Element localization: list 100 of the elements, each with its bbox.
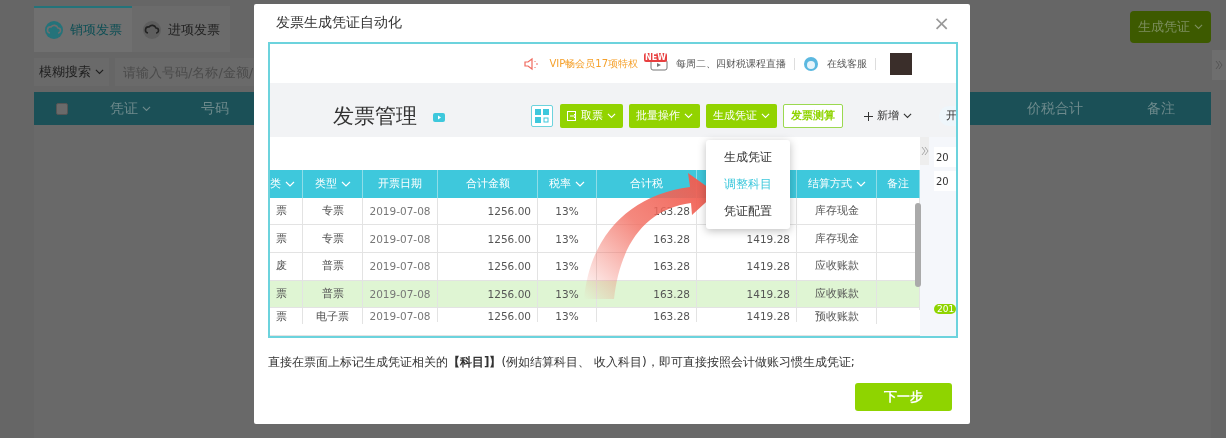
chevron-down-icon [575,180,585,187]
table-cell: 电子票 [316,310,349,325]
table-cell: 163.28 [653,310,690,323]
table-cell: 1256.00 [487,232,531,245]
column-header: 开票日期 [378,176,422,192]
toolbar-button[interactable]: 生成凭证 [706,104,777,128]
table-cell: 1256.00 [487,260,531,273]
column-header: 价税合计 [1026,99,1084,118]
double-chevron-icon [920,146,929,156]
table-cell: 1419.28 [746,288,790,300]
photo-placeholder [890,52,912,75]
chevron-down-icon [607,113,616,119]
column-header: 类型 [314,176,337,192]
chevron-down-icon [684,113,693,119]
expand-panel-button[interactable] [920,137,929,165]
toolbar-button[interactable]: 取票 [560,104,623,128]
table-cell: 13% [555,204,579,217]
support-avatar-icon [803,55,819,72]
table-cell: 票 [276,287,287,301]
table-cell: 库存现金 [814,231,859,246]
table-cell: 1419.28 [746,310,790,323]
chevron-down-icon [1194,24,1203,30]
toolbar-button[interactable]: 新增 [857,104,919,128]
menu-item[interactable]: 生成凭证 [706,144,790,171]
table-cell: 1419.28 [746,260,790,273]
table-cell: 13% [555,310,579,323]
next-step-button[interactable]: 下一步 [855,383,952,411]
table-cell: 库存现金 [814,203,859,218]
plus-icon [864,111,873,121]
date-chip: 20 [934,171,956,191]
table-cell: 1419.28 [746,232,790,245]
table-cell: 应收账款 [814,287,859,301]
chevron-down-icon [340,180,351,187]
description-text: 直接在票面上标记生成凭证相关的【科目]】(例如结算科目、 收入科目)，即可直接按照会计做账习惯生成凭证; [268,354,856,371]
column-header: 税率 [549,176,571,192]
column-header: 合计金额 [465,176,510,192]
table-cell: 163.28 [653,232,690,245]
date-chip: 20 [934,147,956,167]
table-cell: 1256.00 [487,204,531,217]
date-badge: 201 [934,304,956,314]
table-cell: 票 [276,310,287,325]
table-cell: 163.28 [653,288,690,300]
table-cell: 票 [276,231,287,246]
column-header: 合计税 [630,176,663,192]
qr-code-button[interactable] [531,105,553,127]
select-all-checkbox[interactable] [56,102,68,115]
table-cell: 1256.00 [487,310,531,323]
table-cell: 专票 [321,231,344,246]
chevron-down-icon [141,105,151,112]
column-header: 类 [270,176,281,192]
column-header: 备注 [1145,99,1176,118]
tv-icon [433,110,445,122]
table-cell: 预收账款 [814,310,859,325]
chevron-down-icon [285,180,295,187]
table-cell: 13% [555,260,579,273]
toolbar-button[interactable]: 发票测算 [783,104,843,128]
search-mode-dropdown[interactable]: 模糊搜索 [34,58,109,86]
table-cell: 专票 [321,203,344,218]
chevron-down-icon [761,113,770,119]
table-cell: 票 [276,203,287,218]
table-cell: 2019-07-08 [369,232,431,245]
table-cell: 应收账款 [814,259,859,274]
ticket-icon [567,111,577,121]
chevron-down-icon [903,113,912,119]
table-cell: 2019-07-08 [369,288,431,300]
live-course-link[interactable]: 每周二、四财税课程直播 [676,56,786,71]
close-button[interactable]: × [933,13,950,33]
table-cell: 2019-07-08 [369,204,431,217]
toolbar-button[interactable]: 开 [939,106,956,126]
qr-code-icon [534,108,550,124]
dialog-title: 发票生成凭证自动化 [276,14,402,32]
scrollbar[interactable] [915,203,921,287]
table-cell: 163.28 [653,260,690,273]
column-header: 凭证 [90,99,170,118]
cloud-icon [142,20,162,40]
table-row[interactable]: 票 普票 2019-07-08 1256.00 13% 163.28 1419.28 应收账款 [270,280,920,309]
online-service-link[interactable]: 在线客服 [827,56,867,71]
table-row[interactable]: 票 电子票 2019-07-08 1256.00 13% 163.28 1419.28 预收账款 [270,308,920,336]
tab[interactable]: 进项发票 [132,6,230,52]
table-cell: 普票 [321,259,344,274]
table-cell: 2019-07-08 [369,260,431,273]
vip-link[interactable]: VIP畅会员17项特权 [549,56,638,71]
menu-item[interactable]: 凭证配置 [706,198,790,225]
table-cell: 13% [555,288,579,300]
cloud-icon [44,20,64,40]
column-header: 号码 [200,99,230,118]
table-cell: 2019-07-08 [369,310,431,323]
table-cell: 普票 [321,287,344,301]
table-cell: 13% [555,232,579,245]
chevron-down-icon [855,180,866,187]
column-header: 结算方式 [807,176,852,192]
page-title: 发票管理 [333,103,417,130]
table-cell: 1256.00 [487,288,531,300]
table-cell: 废 [276,259,287,274]
generate-voucher-button[interactable]: 生成凭证 [1130,11,1211,43]
chevron-down-icon [95,69,104,75]
tab[interactable]: 销项发票 [34,6,132,52]
new-badge: NEW [644,52,667,62]
menu-item[interactable]: 调整科目 [706,171,790,198]
toolbar-button[interactable]: 批量操作 [629,104,700,128]
